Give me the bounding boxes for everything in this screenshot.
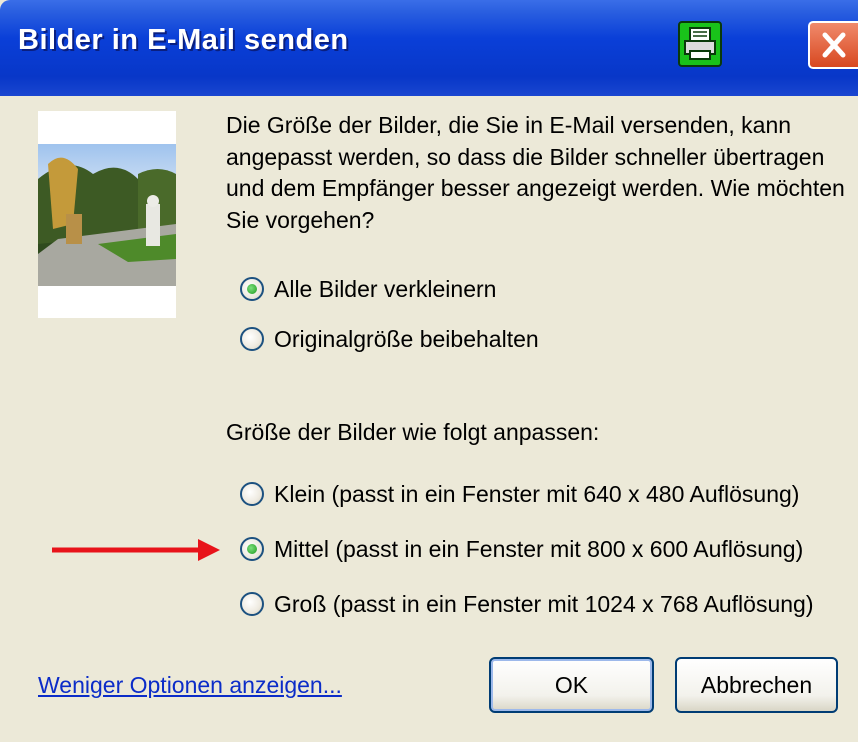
radio-button[interactable] bbox=[240, 482, 264, 506]
title-bar[interactable]: Bilder in E-Mail senden bbox=[0, 0, 858, 96]
picture-thumbnail bbox=[38, 111, 176, 318]
window-title: Bilder in E-Mail senden bbox=[18, 24, 349, 56]
cancel-button[interactable]: Abbrechen bbox=[675, 657, 838, 713]
radio-button[interactable] bbox=[240, 537, 264, 561]
radio-label: Groß (passt in ein Fenster mit 1024 x 76… bbox=[274, 590, 814, 617]
radio-size-small[interactable]: Klein (passt in ein Fenster mit 640 x 48… bbox=[240, 478, 799, 510]
radio-label: Alle Bilder verkleinern bbox=[274, 275, 497, 302]
printer-icon[interactable] bbox=[678, 21, 722, 67]
radio-label: Originalgröße beibehalten bbox=[274, 325, 539, 352]
radio-label: Mittel (passt in ein Fenster mit 800 x 6… bbox=[274, 535, 804, 562]
radio-size-medium[interactable]: Mittel (passt in ein Fenster mit 800 x 6… bbox=[240, 533, 803, 565]
size-section-label: Größe der Bilder wie folgt anpassen: bbox=[226, 419, 600, 445]
radio-resize-all[interactable]: Alle Bilder verkleinern bbox=[240, 273, 496, 305]
ok-button[interactable]: OK bbox=[489, 657, 654, 713]
close-icon[interactable] bbox=[808, 21, 858, 69]
radio-keep-original[interactable]: Originalgröße beibehalten bbox=[240, 323, 539, 355]
radio-button[interactable] bbox=[240, 277, 264, 301]
radio-button[interactable] bbox=[240, 327, 264, 351]
radio-button[interactable] bbox=[240, 592, 264, 616]
radio-size-large[interactable]: Groß (passt in ein Fenster mit 1024 x 76… bbox=[240, 588, 814, 620]
description-text: Die Größe der Bilder, die Sie in E-Mail … bbox=[226, 112, 845, 233]
arrow-icon bbox=[52, 539, 220, 561]
radio-label: Klein (passt in ein Fenster mit 640 x 48… bbox=[274, 480, 800, 507]
less-options-link[interactable]: Weniger Optionen anzeigen... bbox=[38, 672, 342, 699]
